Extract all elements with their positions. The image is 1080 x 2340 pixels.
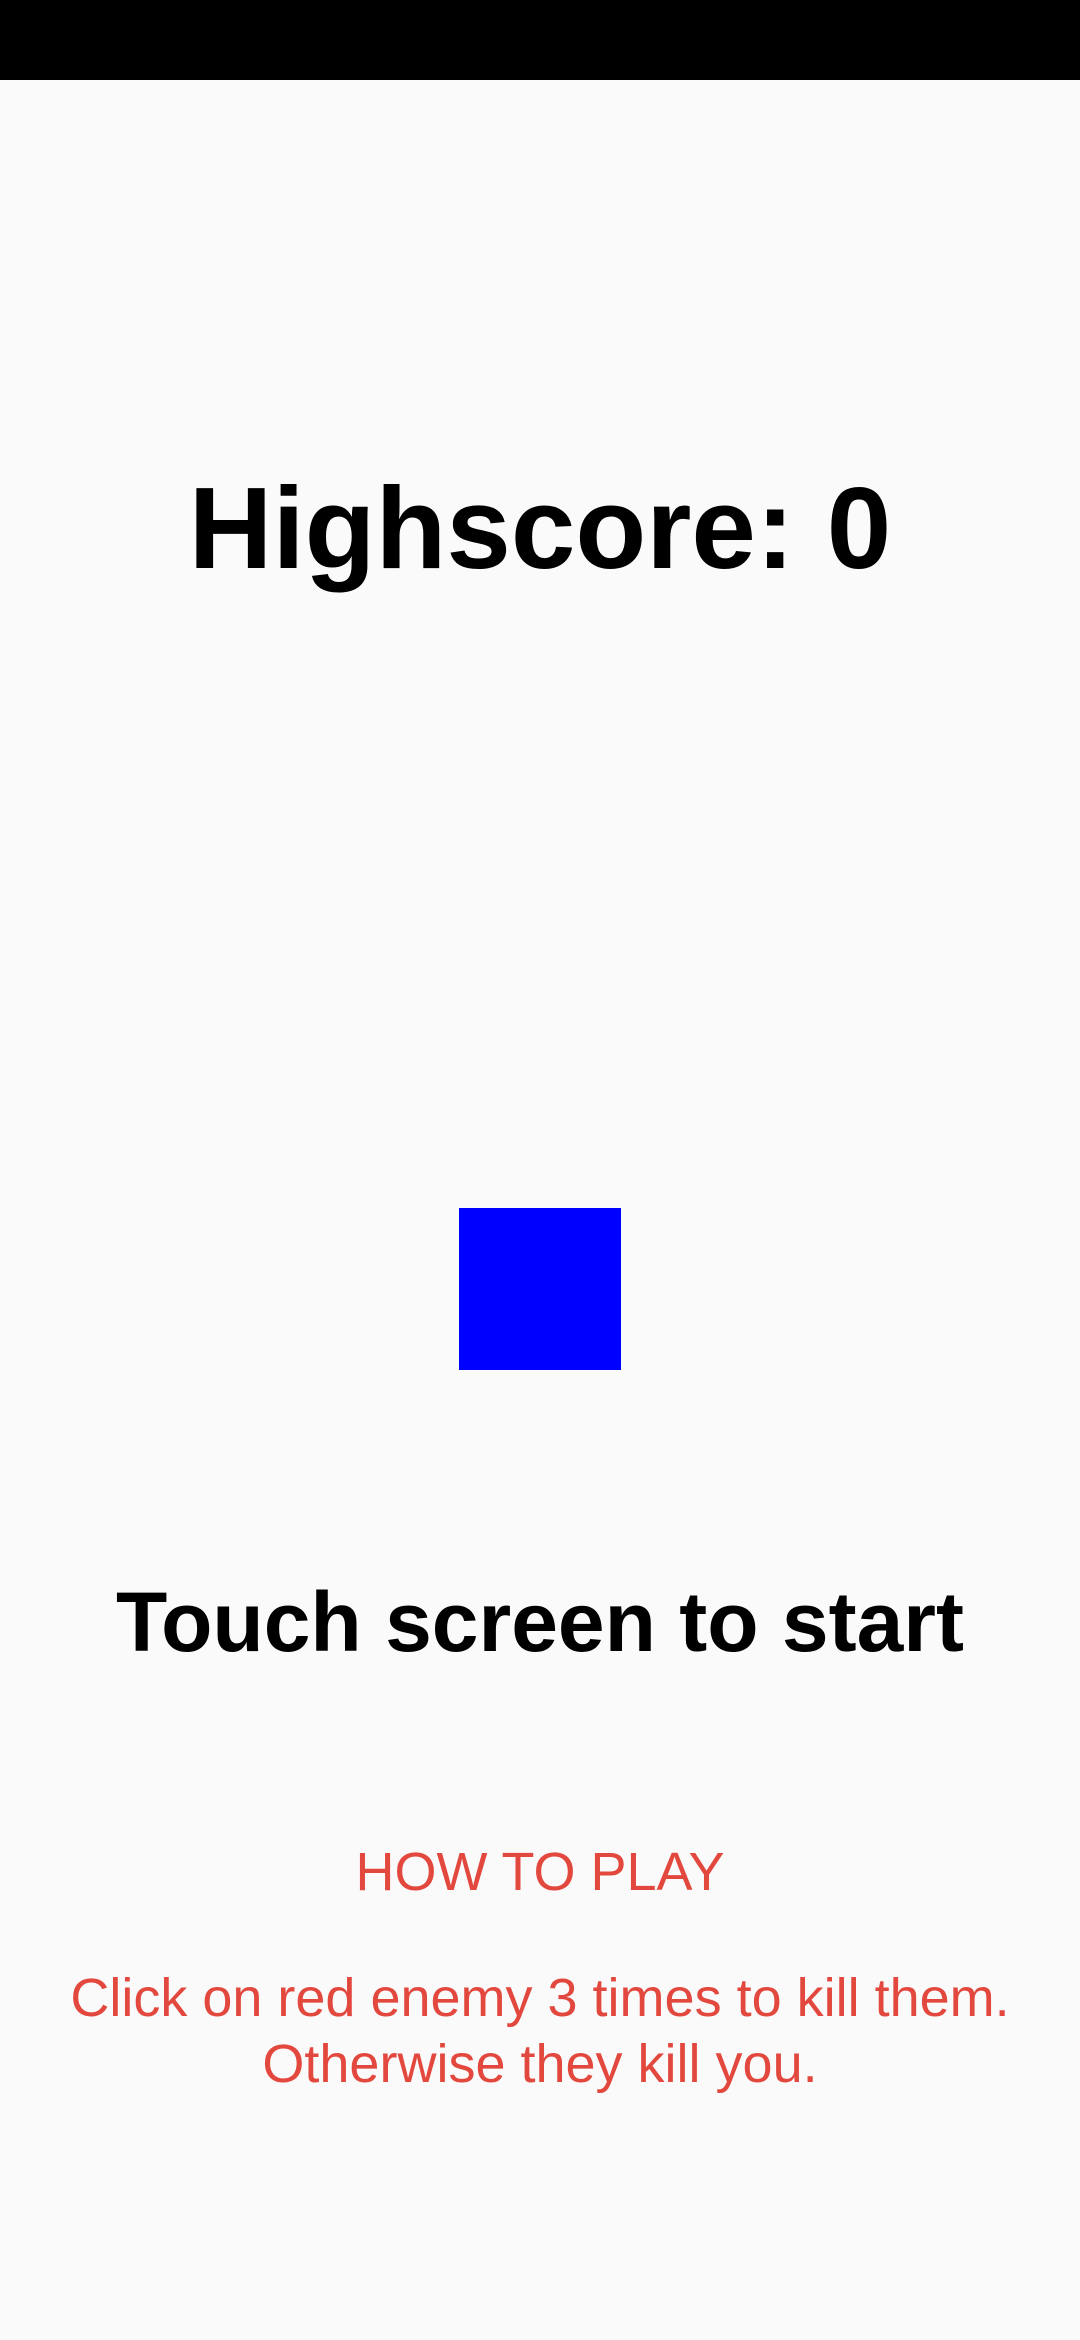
status-bar (0, 0, 1080, 80)
player-square (459, 1208, 621, 1370)
highscore-display: Highscore: 0 (0, 470, 1080, 586)
highscore-label: Highscore: (188, 463, 827, 593)
start-prompt: Touch screen to start (116, 1575, 964, 1669)
instruction-line: Otherwise they kill you. (262, 2034, 818, 2094)
how-to-play-title: HOW TO PLAY (355, 1842, 725, 1902)
how-to-play-instructions: Click on red enemy 3 times to kill them.… (40, 1965, 1040, 2097)
highscore-value: 0 (826, 463, 892, 593)
game-screen[interactable]: Highscore: 0 Touch screen to start HOW T… (0, 80, 1080, 2340)
instruction-line: Click on red enemy 3 times to kill them. (70, 1968, 1010, 2028)
